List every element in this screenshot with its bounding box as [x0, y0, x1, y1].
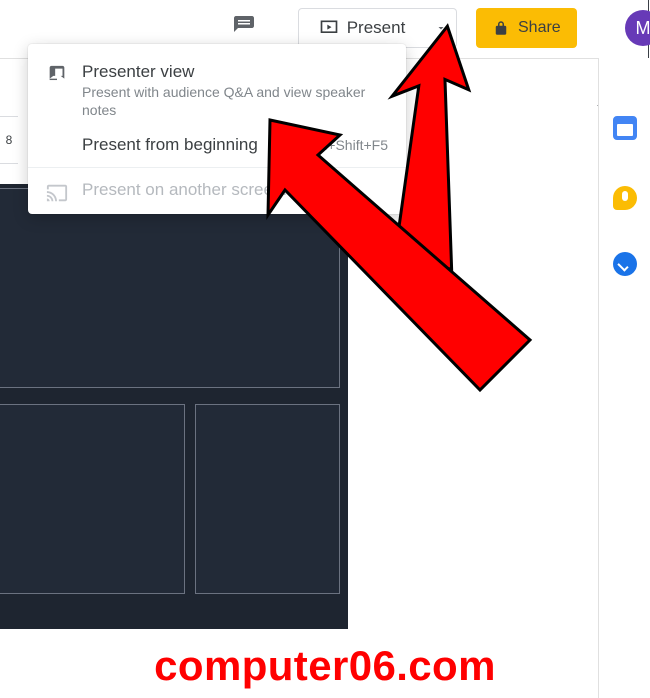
comment-history-icon[interactable] — [232, 14, 256, 38]
calendar-icon[interactable]: 31 — [613, 116, 637, 140]
cast-icon — [46, 182, 68, 204]
lock-icon — [492, 19, 510, 37]
slide-element[interactable] — [0, 404, 185, 594]
share-button-label: Share — [518, 19, 561, 37]
account-avatar[interactable]: M — [625, 10, 650, 46]
slide-element[interactable] — [195, 404, 340, 594]
menu-item-shortcut: Ctrl+Shift+F5 — [306, 137, 388, 153]
chevron-down-icon — [435, 22, 447, 34]
avatar-initial: M — [636, 18, 650, 39]
menu-separator — [28, 167, 406, 168]
menu-item-present-another-screen: Present on another screen... — [28, 172, 406, 208]
slide-element[interactable] — [0, 188, 340, 388]
calendar-day-number: 31 — [613, 124, 637, 135]
menu-item-title: Present on another screen... — [82, 180, 388, 200]
menu-item-present-from-beginning[interactable]: Present from beginning Ctrl+Shift+F5 — [28, 127, 406, 163]
slide-number-label: 8 — [0, 116, 18, 164]
tasks-icon[interactable] — [613, 252, 637, 276]
menu-item-subtitle: Present with audience Q&A and view speak… — [82, 84, 388, 119]
present-dropdown-menu: Presenter view Present with audience Q&A… — [28, 44, 406, 214]
share-button[interactable]: Share — [476, 8, 577, 48]
menu-item-presenter-view[interactable]: Presenter view Present with audience Q&A… — [28, 54, 406, 127]
present-icon — [319, 18, 339, 38]
present-dropdown-button[interactable] — [425, 8, 457, 48]
presenter-view-icon — [46, 64, 68, 86]
slide-canvas — [0, 184, 348, 629]
keep-icon[interactable] — [613, 186, 637, 210]
present-button-label: Present — [347, 18, 406, 38]
present-button[interactable]: Present — [298, 8, 426, 48]
side-addons-panel: 31 — [598, 58, 650, 698]
menu-item-title: Presenter view — [82, 62, 388, 82]
watermark-text: computer06.com — [0, 642, 650, 690]
